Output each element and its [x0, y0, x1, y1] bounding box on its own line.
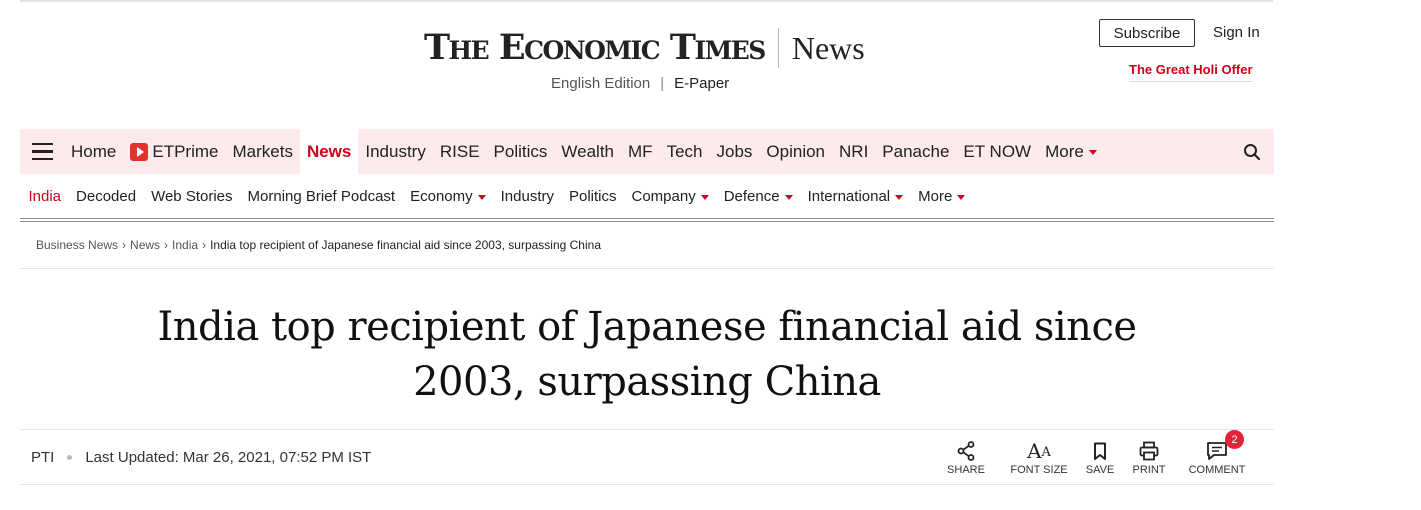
author[interactable]: PTI — [31, 449, 54, 466]
subnav-item-decoded[interactable]: Decoded — [69, 188, 144, 205]
masthead: The Economic Times News English Edition … — [0, 19, 1293, 114]
comment-icon — [1207, 442, 1227, 460]
subnav-item-defence-label: Defence — [723, 187, 780, 205]
subnav-item-morning-brief[interactable]: Morning Brief Podcast — [240, 188, 403, 205]
nav-item-politics[interactable]: Politics — [487, 129, 555, 174]
nav-item-jobs[interactable]: Jobs — [709, 129, 759, 174]
nav-item-et-now[interactable]: ET NOW — [956, 129, 1038, 174]
nav-item-more[interactable]: More — [1038, 129, 1104, 174]
headline-line-1: India top recipient of Japanese financia… — [157, 304, 1137, 350]
edition-divider: | — [660, 75, 665, 92]
caret-down-icon — [1088, 150, 1097, 155]
caret-down-icon — [895, 194, 904, 200]
comment-button[interactable]: COMMENT 2 — [1178, 430, 1256, 481]
breadcrumb-separator: › — [164, 238, 169, 252]
subscribe-button[interactable]: Subscribe — [1099, 19, 1195, 47]
etprime-icon — [130, 142, 149, 161]
subnav-item-india[interactable]: India — [21, 188, 69, 205]
save-label: SAVE — [1085, 464, 1115, 476]
nav-item-mf[interactable]: MF — [621, 129, 660, 174]
nav-item-opinion[interactable]: Opinion — [759, 129, 832, 174]
share-label: SHARE — [947, 464, 985, 476]
nav-item-nri[interactable]: NRI — [832, 129, 875, 174]
caret-down-icon — [957, 194, 966, 200]
brand-section[interactable]: News — [792, 28, 865, 68]
subnav-item-politics[interactable]: Politics — [561, 188, 624, 205]
breadcrumb-item[interactable]: India — [172, 238, 198, 252]
nav-item-markets[interactable]: Markets — [225, 129, 299, 174]
nav-item-industry[interactable]: Industry — [358, 129, 432, 174]
headline-line-2: 2003, surpassing China — [413, 359, 881, 405]
print-icon — [1139, 441, 1159, 461]
subnav-item-industry[interactable]: Industry — [493, 188, 561, 205]
print-label: PRINT — [1132, 464, 1166, 476]
caret-down-icon — [477, 194, 486, 200]
sign-in-link[interactable]: Sign In — [1213, 24, 1260, 41]
caret-down-icon — [784, 194, 793, 200]
subnav-item-international-label: International — [807, 187, 891, 205]
comment-label: COMMENT — [1188, 464, 1246, 476]
subnav-item-international[interactable]: International — [800, 188, 911, 205]
headline-divider — [20, 429, 1274, 430]
nav-item-etprime-label: ETPrime — [152, 141, 219, 161]
font-size-label: FONT SIZE — [1010, 464, 1068, 476]
brand-separator — [777, 28, 779, 68]
search-icon — [1244, 143, 1261, 160]
nav-item-panache[interactable]: Panache — [875, 129, 956, 174]
subnav-item-economy[interactable]: Economy — [403, 188, 494, 205]
promo-link[interactable]: The Great Holi Offer — [1129, 62, 1253, 82]
bookmark-icon — [1094, 442, 1106, 460]
secondary-nav: India Decoded Web Stories Morning Brief … — [20, 174, 1274, 218]
subnav-item-web-stories[interactable]: Web Stories — [144, 188, 240, 205]
article-headline: India top recipient of Japanese financia… — [20, 300, 1274, 410]
byline-dot — [67, 455, 73, 460]
share-icon — [957, 441, 975, 461]
share-button[interactable]: SHARE — [940, 437, 992, 481]
nav-item-more-label: More — [1045, 141, 1084, 161]
byline: PTI Last Updated: Mar 26, 2021, 07:52 PM… — [31, 449, 371, 466]
nav-item-rise[interactable]: RISE — [433, 129, 487, 174]
breadcrumb-divider — [20, 268, 1274, 269]
subnav-item-more[interactable]: More — [911, 188, 973, 205]
nav-item-news[interactable]: News — [299, 129, 359, 174]
subnav-divider — [20, 218, 1274, 222]
last-updated: Last Updated: Mar 26, 2021, 07:52 PM IST — [85, 449, 372, 466]
comment-count-badge: 2 — [1225, 430, 1244, 449]
subnav-item-defence[interactable]: Defence — [716, 188, 800, 205]
breadcrumb-item[interactable]: Business News — [36, 238, 118, 252]
font-size-button[interactable]: AA FONT SIZE — [1000, 437, 1078, 481]
breadcrumb-separator: › — [202, 238, 207, 252]
subnav-item-more-label: More — [918, 187, 953, 205]
save-button[interactable]: SAVE — [1078, 437, 1122, 481]
top-shadow — [20, 0, 1273, 3]
hamburger-menu-icon[interactable] — [20, 129, 64, 174]
caret-down-icon — [700, 194, 709, 200]
nav-item-etprime[interactable]: ETPrime — [123, 129, 225, 174]
search-button[interactable] — [1230, 129, 1274, 174]
epaper-link[interactable]: E-Paper — [674, 75, 729, 92]
print-button[interactable]: PRINT — [1124, 437, 1174, 481]
breadcrumb-separator: › — [122, 238, 127, 252]
primary-nav: Home ETPrime Markets News Industry RISE … — [20, 129, 1274, 174]
nav-item-tech[interactable]: Tech — [660, 129, 710, 174]
byline-divider — [20, 484, 1274, 485]
brand-logo[interactable]: The Economic Times — [424, 28, 766, 68]
nav-item-wealth[interactable]: Wealth — [554, 129, 621, 174]
font-size-icon: AA — [1027, 439, 1051, 463]
article-actions: SHARE AA FONT SIZE SAVE PRINT COMMENT 2 — [940, 430, 1256, 481]
breadcrumb-item[interactable]: News — [130, 238, 160, 252]
subnav-item-economy-label: Economy — [410, 187, 473, 205]
brand[interactable]: The Economic Times News — [424, 28, 865, 68]
breadcrumb: Business News › News › India › India top… — [36, 238, 601, 252]
breadcrumb-current: India top recipient of Japanese financia… — [210, 238, 601, 252]
edition-link[interactable]: English Edition — [551, 75, 650, 92]
subnav-item-company[interactable]: Company — [624, 188, 716, 205]
edition-selector: English Edition | E-Paper — [551, 75, 729, 92]
subnav-item-company-label: Company — [631, 187, 696, 205]
nav-item-home[interactable]: Home — [64, 129, 123, 174]
